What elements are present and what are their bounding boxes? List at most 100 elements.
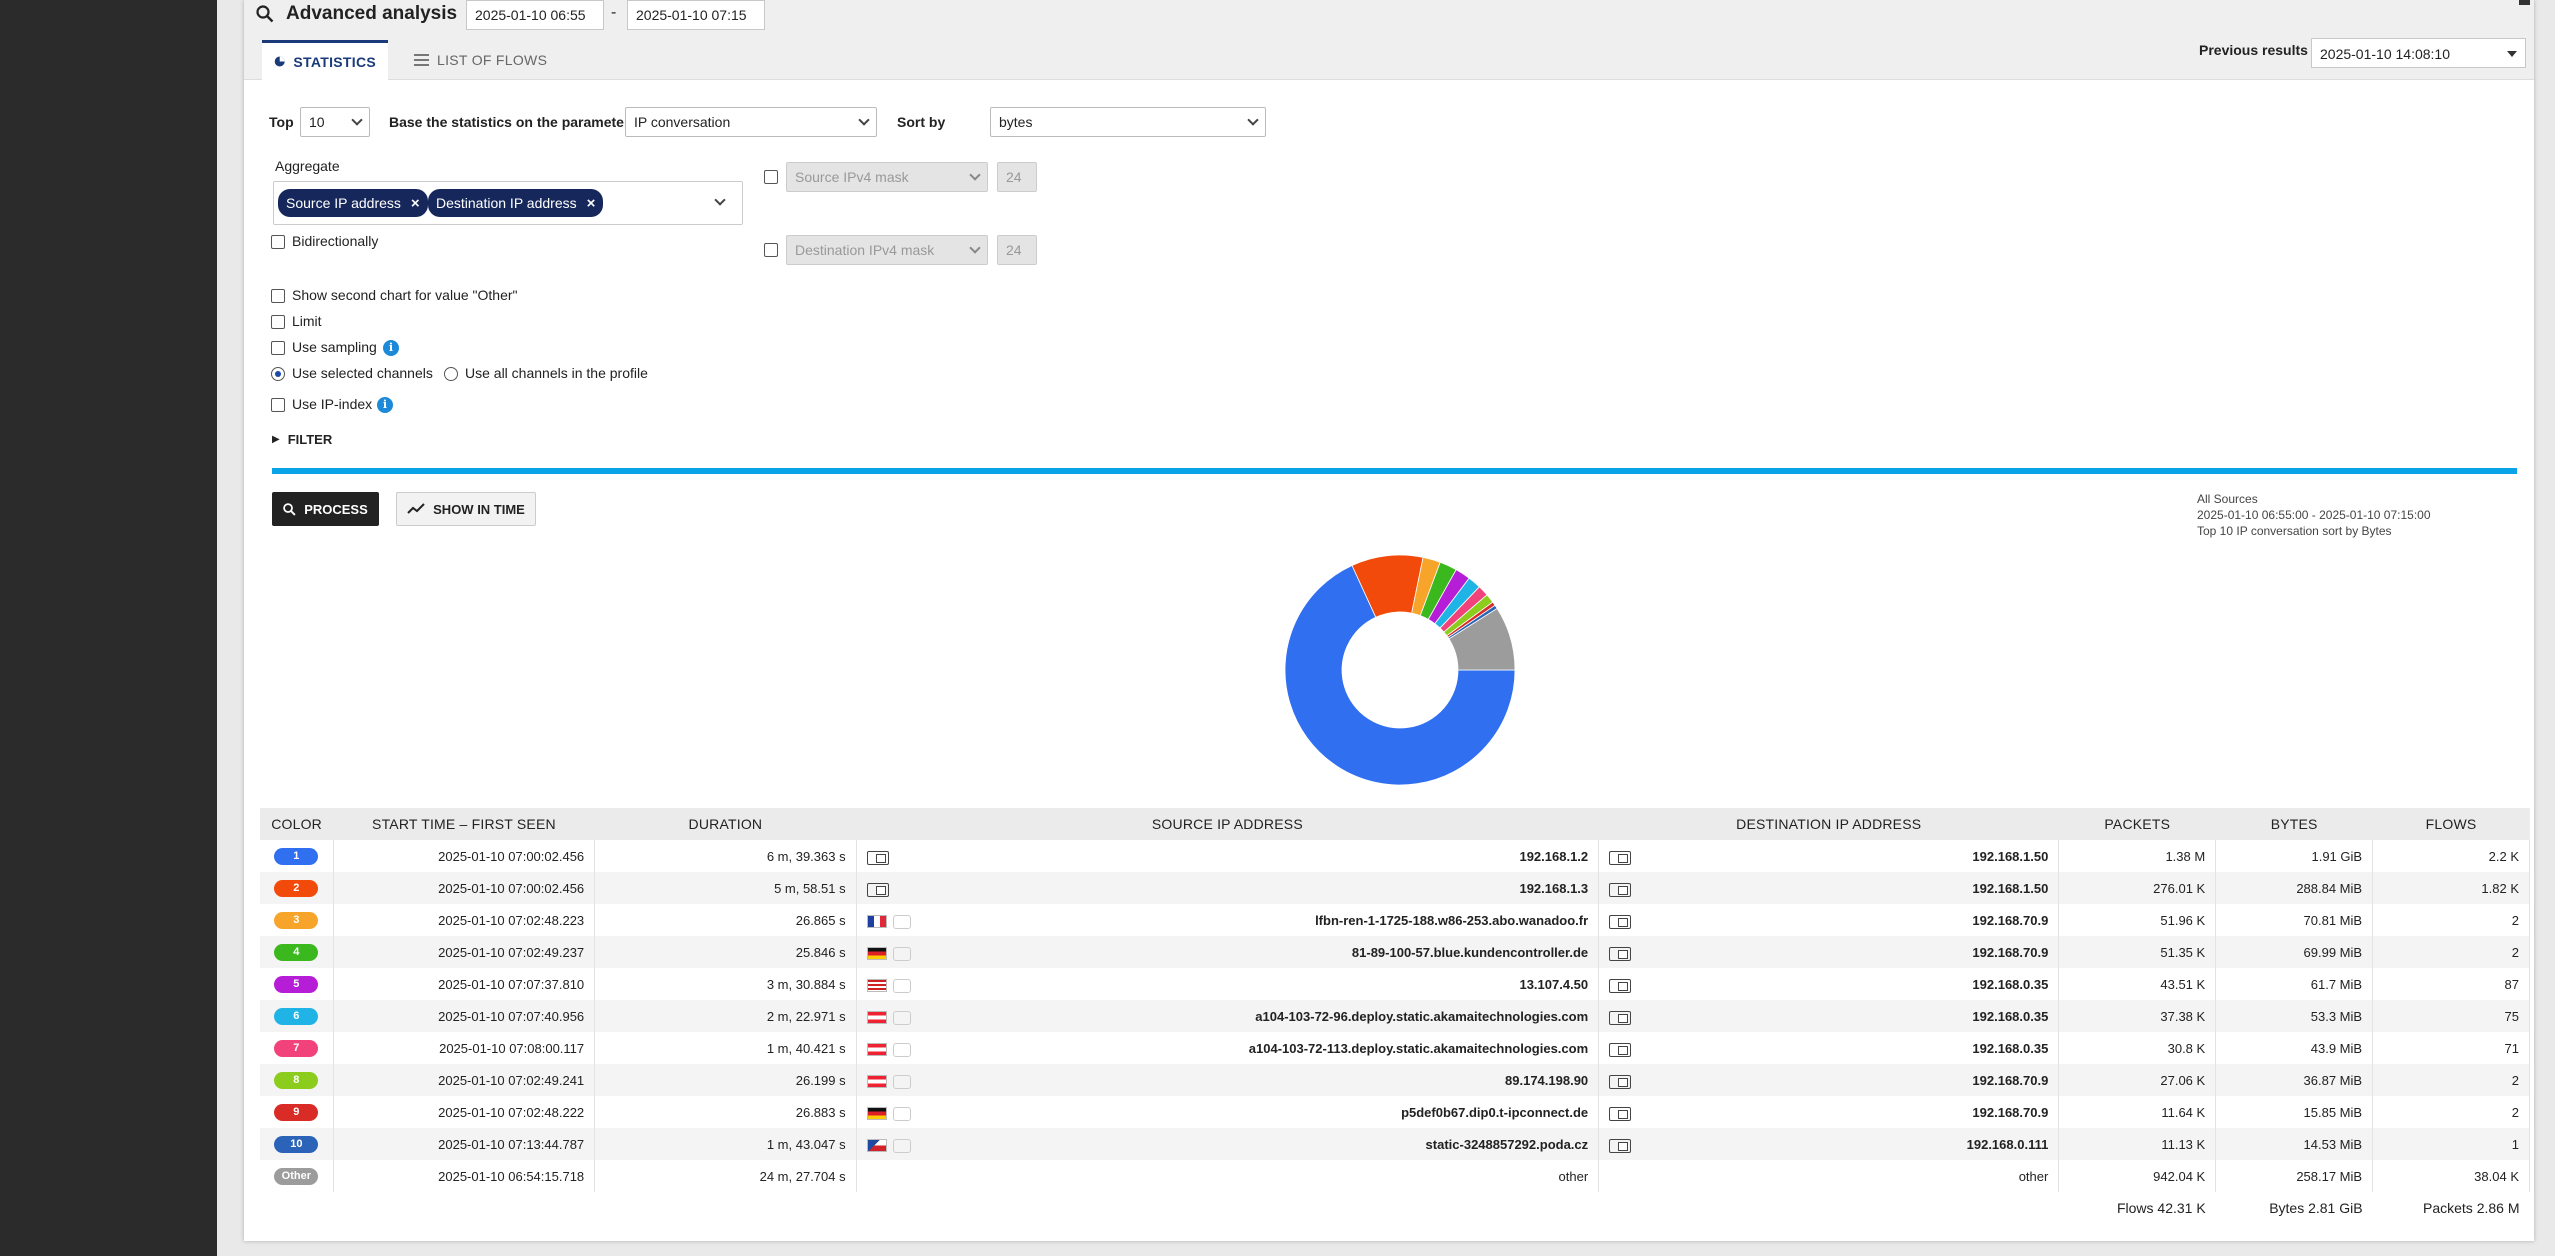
source-ip-cell[interactable]: 192.168.1.2 <box>856 840 1600 872</box>
flows-cell: 2 <box>2372 904 2530 936</box>
table-row[interactable]: 10 2025-01-10 07:13:44.787 1 m, 43.047 s st… <box>260 1128 2530 1160</box>
packets-cell: 43.51 K <box>2058 968 2217 1000</box>
color-badge: 1 <box>274 848 319 865</box>
use-ip-index-checkbox[interactable] <box>271 398 285 412</box>
bytes-cell: 14.53 MiB <box>2215 1128 2374 1160</box>
destination-ip-cell[interactable]: 192.168.1.50 <box>1598 840 2060 872</box>
close-icon[interactable]: × <box>411 195 420 212</box>
duration-cell: 26.199 s <box>594 1064 857 1096</box>
column-header[interactable]: START TIME – FIRST SEEN <box>333 808 595 840</box>
column-header[interactable]: DURATION <box>594 808 857 840</box>
date-from-input[interactable]: 2025-01-10 06:55 <box>466 0 604 30</box>
sort-by-select[interactable]: bytes <box>990 107 1266 137</box>
table-row[interactable]: 5 2025-01-10 07:07:37.810 3 m, 30.884 s 13.… <box>260 968 2530 1000</box>
flows-cell: 2 <box>2372 1096 2530 1128</box>
destination-ip-cell[interactable]: 192.168.70.9 <box>1598 936 2060 968</box>
source-ip-cell[interactable]: a104-103-72-96.deploy.static.akamaitechn… <box>856 1000 1600 1032</box>
source-ip-cell[interactable]: 81-89-100-57.blue.kundencontroller.de <box>856 936 1600 968</box>
top-select[interactable]: 10 <box>300 107 370 137</box>
packets-cell: 1.38 M <box>2058 840 2217 872</box>
table-row[interactable]: 2 2025-01-10 07:00:02.456 5 m, 58.51 s 192.… <box>260 872 2530 904</box>
second-chart-checkbox[interactable] <box>271 289 285 303</box>
use-selected-channels-radio[interactable] <box>271 367 285 381</box>
destination-ip-cell[interactable]: 192.168.70.9 <box>1598 1064 2060 1096</box>
color-badge: 7 <box>274 1040 319 1057</box>
duration-cell: 3 m, 30.884 s <box>594 968 857 1000</box>
close-icon[interactable]: × <box>587 195 596 212</box>
source-ip-cell[interactable]: p5def0b67.dip0.t-ipconnect.de <box>856 1096 1600 1128</box>
column-header[interactable]: SOURCE IP ADDRESS <box>856 808 1599 840</box>
chevron-down-icon[interactable] <box>714 194 726 206</box>
bytes-cell: 15.85 MiB <box>2215 1096 2374 1128</box>
list-icon <box>414 54 429 66</box>
aggregate-chip-destination-ip[interactable]: Destination IP address × <box>428 189 604 217</box>
aggregate-multiselect[interactable]: Source IP address × Destination IP addre… <box>273 181 743 225</box>
column-header[interactable]: COLOR <box>260 808 334 840</box>
destination-mask-checkbox[interactable] <box>764 243 778 257</box>
destination-mask-value[interactable]: 24 <box>997 235 1037 265</box>
process-button[interactable]: PROCESS <box>272 492 379 526</box>
provider-logo-icon <box>892 1138 911 1153</box>
destination-ip-cell[interactable]: 192.168.70.9 <box>1598 1096 2060 1128</box>
column-header[interactable]: PACKETS <box>2058 808 2216 840</box>
column-header[interactable]: DESTINATION IP ADDRESS <box>1598 808 2059 840</box>
start-time-cell: 2025-01-10 07:07:40.956 <box>333 1000 596 1032</box>
caret-down-icon <box>2507 51 2517 57</box>
destination-ip-cell[interactable]: other <box>1598 1160 2060 1192</box>
aggregate-chip-source-ip[interactable]: Source IP address × <box>278 189 428 217</box>
limit-checkbox[interactable] <box>271 315 285 329</box>
use-all-channels-radio[interactable] <box>444 367 458 381</box>
source-ip-cell[interactable]: static-3248857292.poda.cz <box>856 1128 1600 1160</box>
source-ip-cell[interactable]: lfbn-ren-1-1725-188.w86-253.abo.wanadoo.… <box>856 904 1600 936</box>
column-header[interactable]: BYTES <box>2215 808 2373 840</box>
donut-chart[interactable] <box>1280 550 1520 790</box>
table-row[interactable]: Other 2025-01-10 06:54:15.718 24 m, 27.704… <box>260 1160 2530 1192</box>
column-header[interactable]: FLOWS <box>2372 808 2530 840</box>
previous-results-label: Previous results <box>2199 42 2308 58</box>
destination-ip-cell[interactable]: 192.168.0.111 <box>1598 1128 2060 1160</box>
packets-cell: 27.06 K <box>2058 1064 2217 1096</box>
previous-results-select[interactable]: 2025-01-10 14:08:10 <box>2311 38 2526 68</box>
table-row[interactable]: 3 2025-01-10 07:02:48.223 26.865 s lfbn-ren… <box>260 904 2530 936</box>
limit-label: Limit <box>292 313 322 329</box>
bidirectionally-checkbox[interactable] <box>271 235 285 249</box>
destination-ip-cell[interactable]: 192.168.70.9 <box>1598 904 2060 936</box>
source-mask-select[interactable]: Source IPv4 mask <box>786 162 988 192</box>
destination-ip-cell[interactable]: 192.168.0.35 <box>1598 968 2060 1000</box>
provider-logo-icon <box>892 914 911 929</box>
host-icon <box>1609 1106 1632 1121</box>
color-badge: 10 <box>274 1136 319 1153</box>
source-mask-value[interactable]: 24 <box>997 162 1037 192</box>
filter-label: FILTER <box>287 432 333 447</box>
use-ip-index-label: Use IP-index <box>292 396 373 412</box>
table-row[interactable]: 4 2025-01-10 07:02:49.237 25.846 s 81-89-10… <box>260 936 2530 968</box>
show-in-time-button[interactable]: SHOW IN TIME <box>396 492 536 526</box>
sort-by-label: Sort by <box>897 114 946 130</box>
table-row[interactable]: 6 2025-01-10 07:07:40.956 2 m, 22.971 s a10… <box>260 1000 2530 1032</box>
source-ip-cell[interactable]: 13.107.4.50 <box>856 968 1600 1000</box>
destination-ip-cell[interactable]: 192.168.0.35 <box>1598 1032 2060 1064</box>
use-sampling-checkbox[interactable] <box>271 341 285 355</box>
flows-cell: 1.82 K <box>2372 872 2530 904</box>
table-row[interactable]: 1 2025-01-10 07:00:02.456 6 m, 39.363 s 192… <box>260 840 2530 872</box>
info-icon[interactable]: i <box>377 397 393 413</box>
bytes-cell: 53.3 MiB <box>2215 1000 2374 1032</box>
tab-list-of-flows[interactable]: LIST OF FLOWS <box>402 40 559 80</box>
source-mask-checkbox[interactable] <box>764 170 778 184</box>
destination-ip-cell[interactable]: 192.168.0.35 <box>1598 1000 2060 1032</box>
tab-statistics[interactable]: STATISTICS <box>262 40 388 80</box>
info-icon[interactable]: i <box>383 340 399 356</box>
filter-toggle[interactable]: ▶ FILTER <box>272 432 332 447</box>
source-ip-cell[interactable]: 192.168.1.3 <box>856 872 1600 904</box>
date-to-input[interactable]: 2025-01-10 07:15 <box>627 0 765 30</box>
source-ip-cell[interactable]: other <box>856 1160 1600 1192</box>
table-row[interactable]: 7 2025-01-10 07:08:00.117 1 m, 40.421 s a10… <box>260 1032 2530 1064</box>
destination-mask-select[interactable]: Destination IPv4 mask <box>786 235 988 265</box>
base-parameter-select[interactable]: IP conversation <box>625 107 877 137</box>
destination-ip-cell[interactable]: 192.168.1.50 <box>1598 872 2060 904</box>
host-icon <box>1609 1074 1632 1089</box>
table-row[interactable]: 8 2025-01-10 07:02:49.241 26.199 s 89.174.1… <box>260 1064 2530 1096</box>
source-ip-cell[interactable]: a104-103-72-113.deploy.static.akamaitech… <box>856 1032 1600 1064</box>
table-row[interactable]: 9 2025-01-10 07:02:48.222 26.883 s p5def0b6… <box>260 1096 2530 1128</box>
source-ip-cell[interactable]: 89.174.198.90 <box>856 1064 1600 1096</box>
